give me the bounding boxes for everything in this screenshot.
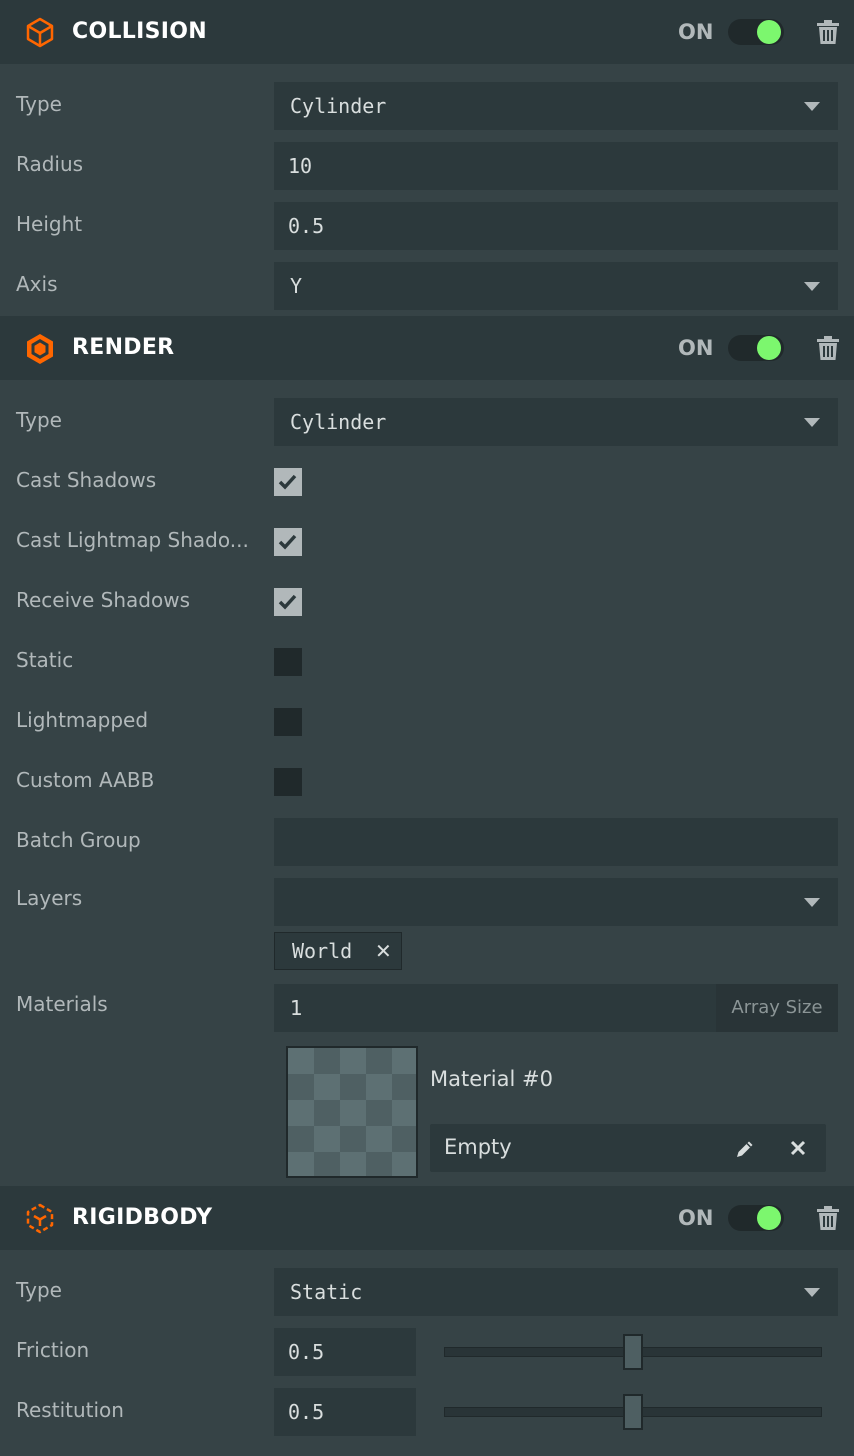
trash-icon[interactable] bbox=[817, 1206, 839, 1230]
receive-shadows-label: Receive Shadows bbox=[16, 588, 190, 612]
collision-axis-value: Y bbox=[290, 274, 303, 298]
rigidbody-title: RIGIDBODY bbox=[72, 1205, 213, 1230]
friction-value: 0.5 bbox=[288, 1340, 325, 1364]
collision-height-label: Height bbox=[16, 212, 83, 236]
chevron-down-icon bbox=[804, 418, 820, 427]
static-checkbox[interactable] bbox=[274, 648, 302, 676]
batch-group-select[interactable] bbox=[274, 818, 838, 866]
material-asset-value: Empty bbox=[444, 1135, 512, 1159]
materials-array-size-input[interactable]: 1 Array Size bbox=[274, 984, 838, 1032]
lightmapped-checkbox[interactable] bbox=[274, 708, 302, 736]
layer-tag-label: World bbox=[292, 939, 353, 963]
chevron-down-icon bbox=[804, 102, 820, 111]
chevron-down-icon bbox=[804, 1288, 820, 1297]
checkmark-icon bbox=[278, 474, 297, 490]
friction-label: Friction bbox=[16, 1338, 90, 1362]
render-title: RENDER bbox=[72, 335, 175, 360]
cast-shadows-checkbox[interactable] bbox=[274, 468, 302, 496]
material-asset-field[interactable]: Empty bbox=[430, 1124, 826, 1172]
trash-icon[interactable] bbox=[817, 336, 839, 360]
layers-select[interactable] bbox=[274, 878, 838, 926]
layer-tag-world: World ✕ bbox=[274, 932, 402, 970]
collision-title: COLLISION bbox=[72, 19, 207, 44]
trash-icon[interactable] bbox=[817, 20, 839, 44]
collision-radius-input[interactable]: 10 bbox=[274, 142, 838, 190]
rigidbody-enabled-toggle[interactable] bbox=[728, 1205, 784, 1231]
array-size-label: Array Size bbox=[716, 984, 838, 1032]
render-on-label: ON bbox=[678, 336, 714, 360]
collision-enabled-toggle[interactable] bbox=[728, 19, 784, 45]
batch-group-label: Batch Group bbox=[16, 828, 141, 852]
rigidbody-header: RIGIDBODY ON bbox=[0, 1186, 854, 1250]
collision-height-input[interactable]: 0.5 bbox=[274, 202, 838, 250]
restitution-input[interactable]: 0.5 bbox=[274, 1388, 416, 1436]
cast-lightmap-shadows-checkbox[interactable] bbox=[274, 528, 302, 556]
toggle-knob bbox=[757, 20, 781, 44]
collision-on-label: ON bbox=[678, 20, 714, 44]
collision-header: COLLISION ON bbox=[0, 0, 854, 64]
material-slot-name: Material #0 bbox=[430, 1067, 553, 1091]
checkmark-icon bbox=[278, 534, 297, 550]
layers-label: Layers bbox=[16, 886, 83, 910]
collision-height-value: 0.5 bbox=[288, 214, 325, 238]
collision-radius-value: 10 bbox=[288, 154, 313, 178]
render-type-label: Type bbox=[16, 408, 62, 432]
materials-label: Materials bbox=[16, 992, 108, 1016]
remove-tag-icon[interactable]: ✕ bbox=[375, 933, 392, 969]
cast-shadows-label: Cast Shadows bbox=[16, 468, 157, 492]
material-thumbnail[interactable] bbox=[286, 1046, 418, 1178]
receive-shadows-checkbox[interactable] bbox=[274, 588, 302, 616]
restitution-label: Restitution bbox=[16, 1398, 124, 1422]
collision-type-label: Type bbox=[16, 92, 62, 116]
static-label: Static bbox=[16, 648, 74, 672]
pencil-icon[interactable] bbox=[734, 1138, 756, 1160]
collision-radius-label: Radius bbox=[16, 152, 84, 176]
restitution-value: 0.5 bbox=[288, 1400, 325, 1424]
collision-type-select[interactable]: Cylinder bbox=[274, 82, 838, 130]
rigidbody-type-select[interactable]: Static bbox=[274, 1268, 838, 1316]
cube-outline-icon bbox=[26, 17, 54, 48]
render-header: RENDER ON bbox=[0, 316, 854, 380]
materials-count: 1 bbox=[290, 996, 303, 1020]
render-type-value: Cylinder bbox=[290, 410, 387, 434]
hexagon-render-icon bbox=[27, 334, 53, 364]
toggle-knob bbox=[757, 1206, 781, 1230]
friction-input[interactable]: 0.5 bbox=[274, 1328, 416, 1376]
close-icon[interactable] bbox=[790, 1140, 806, 1156]
chevron-down-icon bbox=[804, 898, 820, 907]
rigidbody-cube-icon bbox=[26, 1203, 54, 1234]
custom-aabb-label: Custom AABB bbox=[16, 768, 155, 792]
rigidbody-type-value: Static bbox=[290, 1280, 363, 1304]
friction-slider-handle[interactable] bbox=[623, 1334, 643, 1370]
collision-axis-label: Axis bbox=[16, 272, 58, 296]
render-enabled-toggle[interactable] bbox=[728, 335, 784, 361]
restitution-slider-handle[interactable] bbox=[623, 1394, 643, 1430]
toggle-knob bbox=[757, 336, 781, 360]
collision-axis-select[interactable]: Y bbox=[274, 262, 838, 310]
lightmapped-label: Lightmapped bbox=[16, 708, 149, 732]
checkmark-icon bbox=[278, 594, 297, 610]
chevron-down-icon bbox=[804, 282, 820, 291]
render-type-select[interactable]: Cylinder bbox=[274, 398, 838, 446]
rigidbody-type-label: Type bbox=[16, 1278, 62, 1302]
custom-aabb-checkbox[interactable] bbox=[274, 768, 302, 796]
cast-lightmap-shadows-label: Cast Lightmap Shado... bbox=[16, 528, 249, 552]
collision-type-value: Cylinder bbox=[290, 94, 387, 118]
rigidbody-on-label: ON bbox=[678, 1206, 714, 1230]
